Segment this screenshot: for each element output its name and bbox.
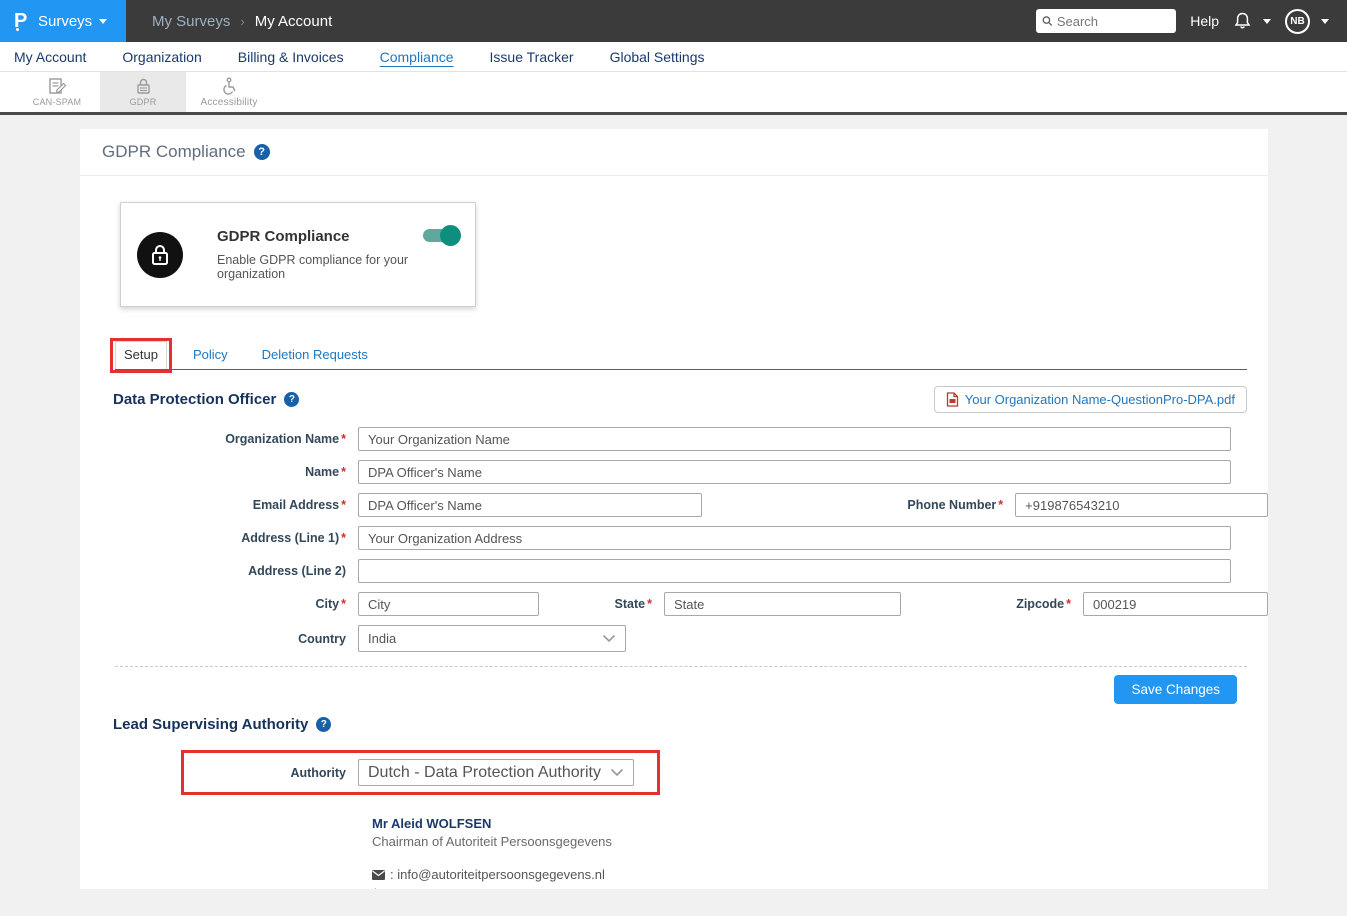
section-divider [115, 666, 1247, 667]
help-icon[interactable] [254, 144, 270, 160]
nav-my-account[interactable]: My Account [14, 49, 86, 65]
subtab-label: GDPR [130, 97, 157, 107]
tab-policy[interactable]: Policy [185, 342, 236, 369]
country-selected-value: India [368, 631, 396, 646]
zipcode-field[interactable] [1083, 592, 1268, 616]
authority-label: Authority [195, 766, 358, 780]
nav-issue-tracker[interactable]: Issue Tracker [490, 49, 574, 65]
chevron-down-icon [610, 768, 624, 777]
gdpr-compliance-panel: GDPR Compliance GDPR Compliance Enable G… [80, 129, 1268, 889]
tab-setup[interactable]: Setup [115, 341, 167, 369]
email-address-field[interactable] [358, 493, 702, 517]
tab-deletion-requests[interactable]: Deletion Requests [254, 342, 376, 369]
city-field[interactable] [358, 592, 539, 616]
authority-phone: : +31 70 888 8500 [389, 886, 494, 889]
dpo-save-changes-button[interactable]: Save Changes [1114, 675, 1237, 704]
bell-icon [1233, 11, 1252, 31]
lock-icon [137, 232, 183, 278]
name-label: Name* [195, 465, 358, 479]
authority-email: : info@autoriteitpersoonsgegevens.nl [390, 867, 605, 882]
subtab-accessibility[interactable]: Accessibility [186, 72, 272, 112]
page-title: GDPR Compliance [102, 142, 246, 162]
questionpro-logo [14, 10, 32, 33]
authority-section-title: Lead Supervising Authority [113, 716, 308, 733]
dpo-section-title: Data Protection Officer [113, 391, 276, 408]
nav-billing-invoices[interactable]: Billing & Invoices [238, 49, 344, 65]
breadcrumb: My Surveys › My Account [152, 0, 332, 42]
state-field[interactable] [664, 592, 901, 616]
dpo-form: Organization Name* Name* Email Address* … [80, 427, 1268, 652]
help-icon[interactable] [316, 717, 331, 732]
pdf-file-icon [946, 392, 959, 407]
account-nav: My Account Organization Billing & Invoic… [0, 42, 1347, 72]
email-icon [372, 870, 385, 880]
nav-compliance[interactable]: Compliance [380, 49, 454, 65]
search-input[interactable] [1057, 14, 1170, 29]
authority-selected-value: Dutch - Data Protection Authority [368, 764, 601, 782]
chevron-down-icon [1263, 19, 1271, 24]
state-label: State* [539, 597, 664, 611]
notifications-menu[interactable] [1233, 11, 1271, 31]
gdpr-toggle-switch[interactable] [423, 229, 459, 242]
address-line1-field[interactable] [358, 526, 1231, 550]
address-line2-label: Address (Line 2) [195, 564, 358, 578]
authority-row: Authority Dutch - Data Protection Author… [195, 759, 650, 786]
chevron-down-icon [602, 634, 616, 643]
city-label: City* [195, 597, 358, 611]
authority-select[interactable]: Dutch - Data Protection Authority [358, 759, 634, 786]
chevron-down-icon [99, 19, 107, 24]
compliance-subtabs: CAN-SPAM GDPR Accessibility [0, 72, 1347, 115]
top-bar: Surveys My Surveys › My Account Help NB [0, 0, 1347, 42]
search-icon [1042, 15, 1053, 27]
account-menu[interactable]: NB [1285, 9, 1329, 34]
wheelchair-icon [220, 77, 238, 95]
subtab-label: CAN-SPAM [33, 97, 81, 107]
canspam-document-icon [48, 77, 67, 95]
address-line1-label: Address (Line 1)* [195, 531, 358, 545]
gdpr-toggle-card: GDPR Compliance Enable GDPR compliance f… [120, 202, 476, 307]
phone-number-field[interactable] [1015, 493, 1268, 517]
subtab-can-spam[interactable]: CAN-SPAM [14, 72, 100, 112]
product-name: Surveys [38, 13, 92, 30]
card-subtitle: Enable GDPR compliance for your organiza… [217, 253, 423, 281]
nav-organization[interactable]: Organization [122, 49, 201, 65]
authority-contact-card: Mr Aleid WOLFSEN Chairman of Autoriteit … [372, 816, 1268, 889]
email-address-label: Email Address* [195, 498, 358, 512]
country-select[interactable]: India [358, 625, 626, 652]
authority-contact-title: Chairman of Autoriteit Persoonsgegevens [372, 834, 1268, 849]
breadcrumb-my-surveys[interactable]: My Surveys [152, 13, 230, 30]
setup-tabs: Setup Policy Deletion Requests [115, 341, 1247, 370]
name-field[interactable] [358, 460, 1231, 484]
organization-name-label: Organization Name* [195, 432, 358, 446]
phone-number-label: Phone Number* [815, 498, 1015, 512]
breadcrumb-separator: › [240, 14, 244, 29]
organization-name-field[interactable] [358, 427, 1231, 451]
nav-global-settings[interactable]: Global Settings [610, 49, 705, 65]
card-title: GDPR Compliance [217, 228, 423, 245]
subtab-label: Accessibility [200, 97, 257, 108]
breadcrumb-my-account: My Account [255, 13, 333, 30]
subtab-gdpr[interactable]: GDPR [100, 72, 186, 112]
country-label: Country [195, 632, 358, 646]
phone-icon [372, 888, 384, 890]
help-link[interactable]: Help [1190, 13, 1219, 29]
product-switcher[interactable]: Surveys [0, 0, 126, 42]
chevron-down-icon [1321, 19, 1329, 24]
padlock-icon [135, 77, 152, 95]
dpa-pdf-button[interactable]: Your Organization Name-QuestionPro-DPA.p… [934, 386, 1247, 413]
authority-contact-name: Mr Aleid WOLFSEN [372, 816, 1268, 831]
avatar: NB [1285, 9, 1310, 34]
zipcode-label: Zipcode* [983, 597, 1083, 611]
help-icon[interactable] [284, 392, 299, 407]
pdf-button-label: Your Organization Name-QuestionPro-DPA.p… [965, 392, 1235, 407]
search-box[interactable] [1036, 9, 1176, 33]
address-line2-field[interactable] [358, 559, 1231, 583]
